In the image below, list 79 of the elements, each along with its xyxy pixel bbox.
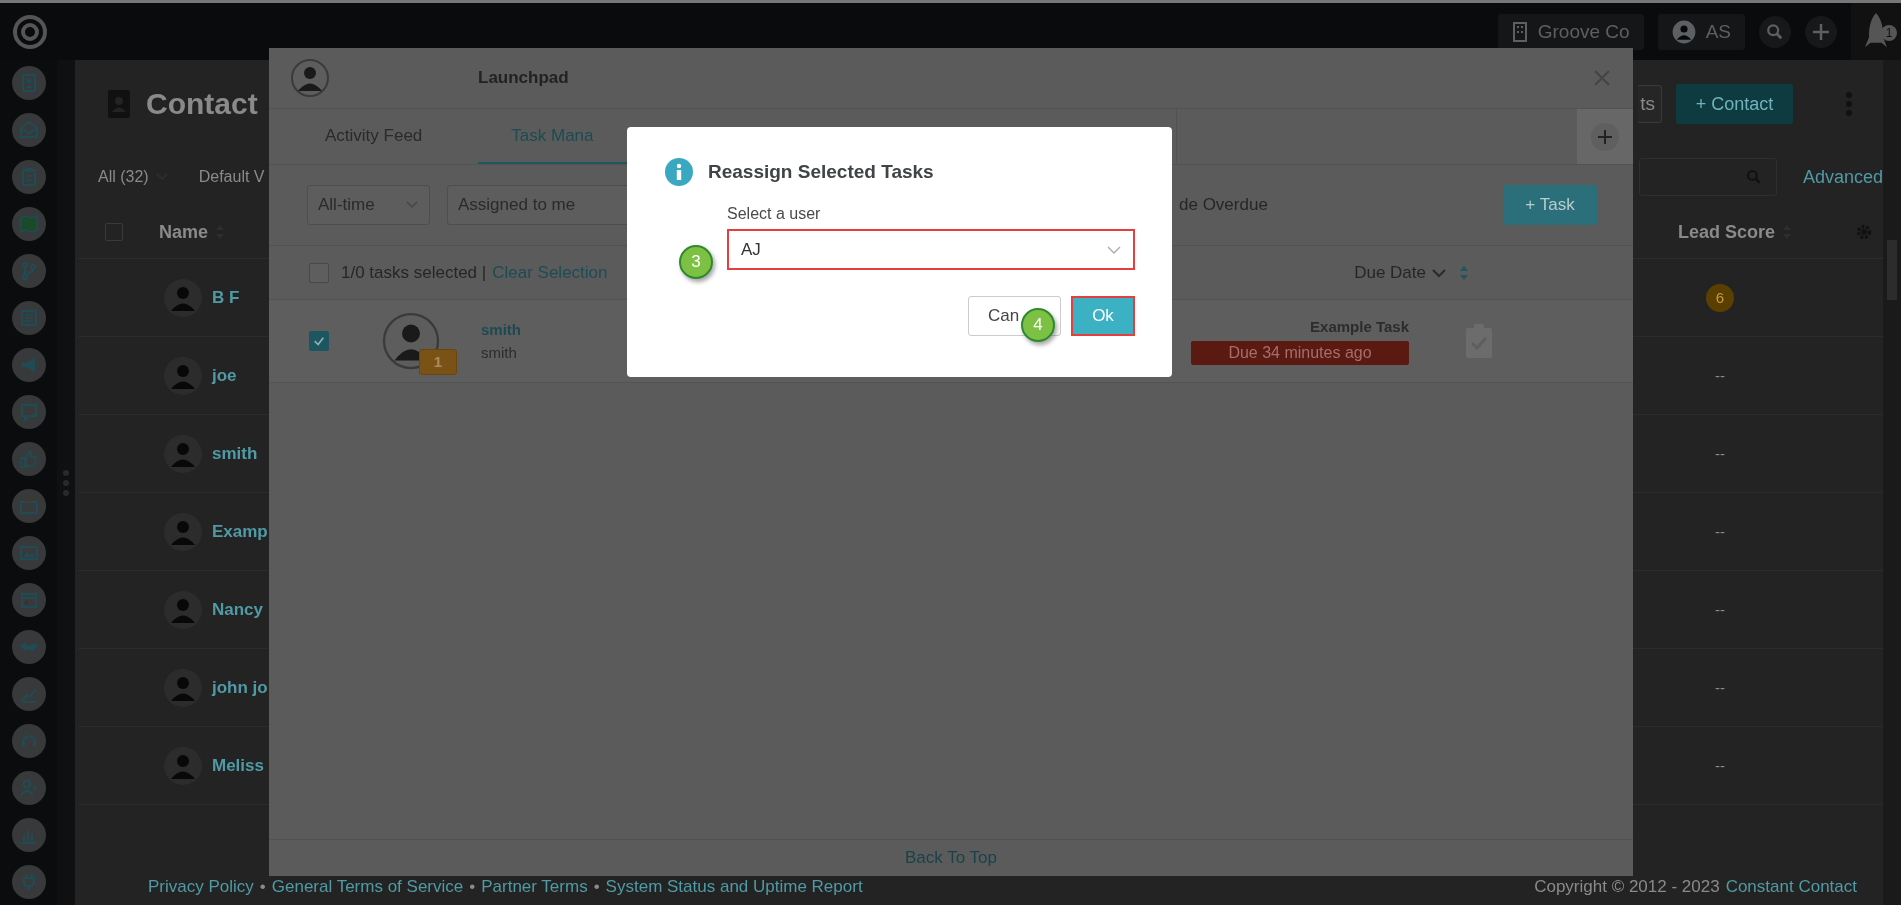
lead-score: -- xyxy=(1714,679,1726,696)
lead-score: -- xyxy=(1714,523,1726,540)
contact-name[interactable]: smith xyxy=(212,443,258,464)
lead-score: -- xyxy=(1714,601,1726,618)
lead-score: -- xyxy=(1714,445,1726,462)
ok-button[interactable]: Ok xyxy=(1071,296,1135,336)
page-title: Contact xyxy=(146,87,258,121)
search-icon xyxy=(1766,22,1784,41)
company-name: Groove Co xyxy=(1537,20,1630,43)
due-badge: Due 34 minutes ago xyxy=(1191,340,1409,365)
calendar-icon[interactable] xyxy=(18,590,39,610)
checkmark-icon xyxy=(313,335,325,347)
task-checkbox[interactable] xyxy=(309,331,329,351)
contact-name[interactable]: B F xyxy=(212,287,240,308)
tv-icon[interactable] xyxy=(18,496,39,516)
user-select[interactable]: AJ xyxy=(727,229,1135,270)
avatar-icon xyxy=(163,745,203,786)
lead-score-badge: 6 xyxy=(1706,283,1734,312)
info-icon xyxy=(664,157,694,187)
footer-link[interactable]: Partner Terms xyxy=(481,877,588,897)
footer-link[interactable]: General Terms of Service xyxy=(271,877,464,897)
avatar-icon xyxy=(163,433,203,474)
user-plus-icon[interactable] xyxy=(18,778,39,798)
footer-link[interactable]: Constant Contact xyxy=(1725,877,1857,897)
company-switcher[interactable]: Groove Co xyxy=(1497,13,1644,50)
list-icon[interactable] xyxy=(18,308,39,328)
drag-handle-icon[interactable] xyxy=(62,468,70,497)
envelope-icon[interactable] xyxy=(18,120,39,140)
building-icon xyxy=(1511,21,1528,42)
user-avatar-icon xyxy=(1671,19,1696,44)
bullet-separator: • xyxy=(259,877,266,897)
search-button[interactable] xyxy=(1759,15,1791,48)
avatar-icon xyxy=(163,589,203,630)
lead-score: -- xyxy=(1714,757,1726,774)
chevron-down-icon xyxy=(1107,244,1121,255)
lead-score: -- xyxy=(1714,367,1726,384)
avatar-icon xyxy=(163,667,203,708)
thumbs-up-icon[interactable] xyxy=(18,449,39,469)
avatar-icon xyxy=(163,277,203,318)
avatar-icon xyxy=(163,355,203,396)
plus-icon xyxy=(1811,21,1831,42)
sort-icon[interactable] xyxy=(1460,265,1468,280)
add-contact-button[interactable]: + Contact xyxy=(1676,84,1793,124)
logo-icon[interactable] xyxy=(12,13,48,50)
column-header[interactable]: Name xyxy=(159,221,209,243)
column-header[interactable]: Lead Score xyxy=(1677,221,1775,243)
image-icon[interactable] xyxy=(18,543,39,563)
footer-link[interactable]: Privacy Policy xyxy=(148,877,254,897)
search-field[interactable] xyxy=(1638,158,1777,196)
panel-title: Launchpad xyxy=(478,68,569,88)
chevron-down-icon xyxy=(405,200,419,210)
user-menu[interactable]: AS xyxy=(1657,13,1745,50)
add-task-button[interactable]: + Task xyxy=(1503,185,1597,225)
count-badge: 1 xyxy=(419,349,457,375)
chevron-down-icon[interactable] xyxy=(1432,267,1446,278)
advanced-search-link[interactable]: Advanced xyxy=(1802,166,1883,188)
add-button[interactable] xyxy=(1805,15,1837,48)
notification-count: 1 xyxy=(1881,25,1897,41)
map-icon[interactable] xyxy=(18,214,39,234)
dialog-title: Reassign Selected Tasks xyxy=(708,161,934,183)
footer-link[interactable]: System Status and Uptime Report xyxy=(605,877,863,897)
filter-dropdown[interactable]: All (32) xyxy=(98,168,149,186)
avatar-icon xyxy=(290,58,330,98)
avatar-icon xyxy=(163,511,203,552)
contact-name[interactable]: Meliss xyxy=(212,755,264,776)
header-button[interactable]: ts xyxy=(1638,85,1662,123)
scrollbar[interactable] xyxy=(1883,60,1901,905)
chat-icon[interactable] xyxy=(18,402,39,422)
contact-name[interactable]: Examp xyxy=(212,521,268,542)
copyright-text: Copyright © 2012 - 2023 xyxy=(1534,877,1720,897)
view-dropdown[interactable]: Default V xyxy=(198,168,265,186)
contact-name[interactable]: joe xyxy=(212,365,237,386)
plus-icon xyxy=(1590,121,1620,152)
contact-name[interactable]: john jo xyxy=(212,677,268,698)
contact-name[interactable]: Nancy xyxy=(212,599,264,620)
user-initials: AS xyxy=(1705,20,1731,43)
bullet-separator: • xyxy=(469,877,476,897)
add-tab-button[interactable] xyxy=(1577,109,1633,164)
bullet-separator: • xyxy=(593,877,600,897)
